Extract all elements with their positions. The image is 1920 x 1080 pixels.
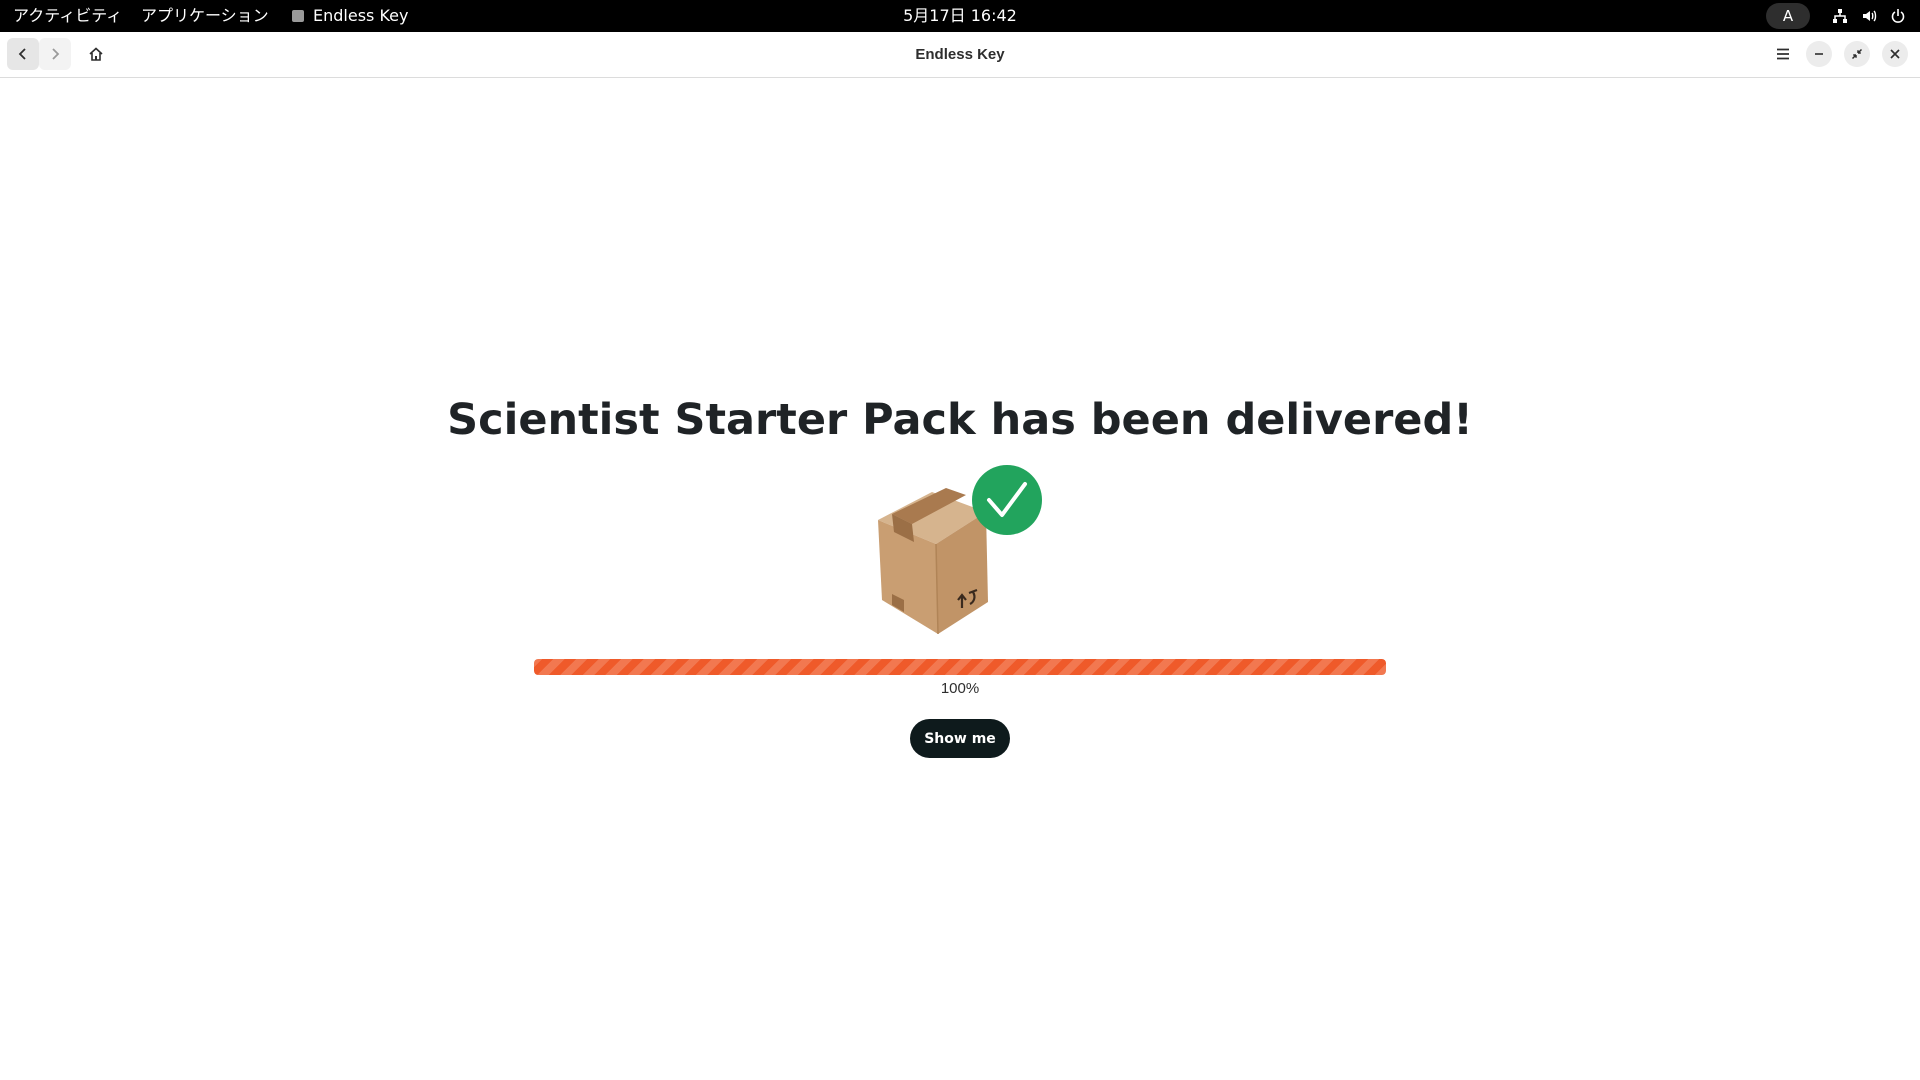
power-icon [1888, 6, 1908, 26]
check-circle-icon [972, 465, 1042, 535]
minimize-button[interactable] [1806, 41, 1832, 67]
app-window-icon [292, 10, 304, 22]
home-button[interactable] [80, 38, 112, 70]
focused-app-label: Endless Key [313, 6, 409, 25]
volume-icon [1859, 6, 1879, 26]
restore-button[interactable] [1844, 41, 1870, 67]
focused-app-menu[interactable]: Endless Key [292, 0, 408, 32]
progress-percentage: 100% [940, 680, 980, 697]
window-header-bar: Endless Key [0, 32, 1920, 78]
network-icon [1830, 6, 1850, 26]
main-menu-button[interactable] [1767, 38, 1799, 70]
input-method-indicator[interactable]: A [1766, 3, 1810, 29]
restore-icon [1851, 48, 1863, 60]
clock-container: 5月17日 16:42 [0, 0, 1920, 32]
progress-fill [534, 659, 1386, 675]
delivery-headline: Scientist Starter Pack has been delivere… [447, 395, 1473, 445]
delivered-box-illustration [870, 462, 1050, 637]
back-button[interactable] [7, 38, 39, 70]
activities-button[interactable]: アクティビティ [13, 0, 122, 32]
window-title: Endless Key [915, 46, 1005, 63]
close-button[interactable] [1882, 41, 1908, 67]
menu-icon [1777, 48, 1789, 60]
forward-button[interactable] [39, 38, 71, 70]
show-me-button[interactable]: Show me [910, 719, 1010, 758]
system-top-bar: アクティビティ アプリケーション Endless Key 5月17日 16:42… [0, 0, 1920, 32]
delivery-progress-bar [534, 659, 1386, 675]
minimize-icon [1815, 53, 1823, 55]
applications-menu[interactable]: アプリケーション [141, 0, 269, 32]
clock[interactable]: 5月17日 16:42 [903, 6, 1017, 25]
close-icon [1890, 49, 1900, 59]
home-icon [89, 47, 103, 61]
system-status-area[interactable] [1830, 0, 1908, 32]
cardboard-box-icon [878, 488, 988, 635]
forward-icon [52, 48, 60, 60]
back-icon [18, 48, 26, 60]
